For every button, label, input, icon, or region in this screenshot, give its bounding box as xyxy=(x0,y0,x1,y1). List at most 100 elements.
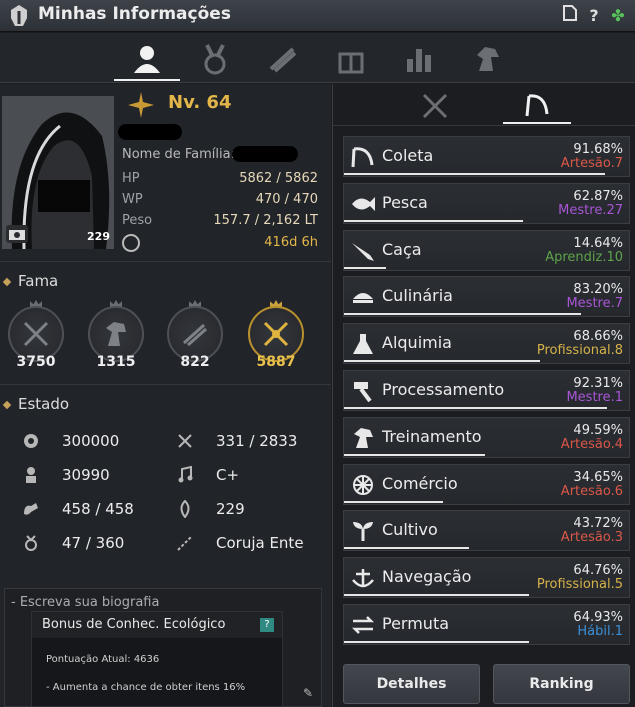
top-tab-bar xyxy=(0,33,635,83)
help-icon[interactable]: ? xyxy=(260,618,274,632)
title-bar: Minhas Informações ? ✤ xyxy=(0,0,635,32)
hammer-icon xyxy=(354,382,372,403)
skill-rank: Aprendiz.10 xyxy=(545,249,623,265)
anchor-icon xyxy=(352,569,374,588)
skill-name: Alquimia xyxy=(382,333,452,353)
exchange-icon xyxy=(351,616,375,634)
skill-row-alquimia[interactable]: Alquimia 68.66% Profissional.8 xyxy=(343,323,630,365)
skill-name: Culinária xyxy=(382,286,453,306)
tab-pets[interactable] xyxy=(454,37,520,81)
skill-row-treinamento[interactable]: Treinamento 49.59% Artesão.4 xyxy=(343,416,630,458)
skill-row-pesca[interactable]: Pesca 62.87% Mestre.27 xyxy=(343,182,630,224)
cooking-icon xyxy=(353,293,373,304)
skill-rank: Artesão.6 xyxy=(560,483,623,499)
skill-progress-bar xyxy=(344,219,524,222)
fame-total[interactable]: 5887 xyxy=(244,300,308,370)
skill-rank: Mestre.1 xyxy=(566,390,623,405)
fame-quest[interactable]: 822 xyxy=(163,300,227,370)
gift-icon xyxy=(338,52,364,74)
skill-percent: 62.87% xyxy=(573,188,623,204)
stat-wp: WP 470 / 470 xyxy=(122,192,318,207)
eco-knowledge-tooltip: Bonus de Conhec. Ecológico ? Pontuação A… xyxy=(31,611,283,707)
document-icon[interactable] xyxy=(560,5,580,27)
character-level: Nv. 64 xyxy=(168,92,232,113)
energy-icon xyxy=(24,434,38,448)
skill-rank: Mestre.7 xyxy=(566,296,623,312)
tab-gifts[interactable] xyxy=(318,37,384,81)
skill-progress-bar xyxy=(344,407,608,409)
ranking-button[interactable]: Ranking xyxy=(493,664,630,704)
crossed-swords-icon xyxy=(23,321,49,347)
skill-percent: 43.72% xyxy=(573,516,623,532)
fame-life[interactable]: 1315 xyxy=(84,300,148,370)
skill-percent: 64.76% xyxy=(573,563,623,579)
tab-stats[interactable] xyxy=(386,37,452,81)
skill-rank: Artesão.7 xyxy=(560,156,623,171)
skill-row-culinária[interactable]: Culinária 83.20% Mestre.7 xyxy=(343,276,630,318)
tooltip-title: Bonus de Conhec. Ecológico xyxy=(42,617,226,632)
camera-icon[interactable] xyxy=(6,225,28,243)
skill-name: Comércio xyxy=(382,473,458,493)
details-button[interactable]: Detalhes xyxy=(343,664,480,704)
skill-row-caça[interactable]: Caça 14.64% Aprendiz.10 xyxy=(343,229,630,271)
karma-icon xyxy=(180,500,190,518)
wheel-icon xyxy=(353,474,373,495)
skill-row-processamento[interactable]: Processamento 92.31% Mestre.1 xyxy=(343,370,630,411)
strength-icon xyxy=(24,503,38,515)
edit-pencil-icon[interactable]: ✎ xyxy=(303,686,313,700)
skill-percent: 34.65% xyxy=(573,469,623,485)
skill-rank: Artesão.3 xyxy=(560,530,623,546)
music-icon xyxy=(178,466,193,483)
skill-name: Processamento xyxy=(382,380,505,399)
skill-percent: 68.66% xyxy=(573,329,623,345)
character-portrait[interactable]: 229 xyxy=(2,96,114,249)
portrait-number: 229 xyxy=(87,230,110,243)
life-skills-panel: Coleta 91.68% Artesão.7 Pesca 62.87% Mestre.2… xyxy=(332,84,635,707)
skill-name: Permuta xyxy=(382,614,450,633)
redacted-family-name xyxy=(232,146,298,162)
biography-box[interactable]: - Escreva sua biografia Bonus de Conhec.… xyxy=(4,588,322,707)
scroll-icon xyxy=(269,47,297,73)
tab-profile[interactable] xyxy=(114,37,180,81)
skill-progress-bar xyxy=(344,453,486,456)
skill-row-permuta[interactable]: Permuta 64.93% Hábil.1 xyxy=(343,604,630,645)
horse-icon xyxy=(477,47,499,71)
crossed-tools-icon xyxy=(263,321,289,347)
tab-combat-skills[interactable] xyxy=(401,88,469,124)
skill-percent: 83.20% xyxy=(573,282,623,298)
help-icon[interactable]: ? xyxy=(584,5,604,27)
skill-row-cultivo[interactable]: Cultivo 43.72% Artesão.3 xyxy=(343,510,630,552)
skill-name: Treinamento xyxy=(382,426,482,446)
sprout-icon xyxy=(353,522,373,542)
skill-row-navegação[interactable]: Navegação 64.76% Profissional.5 xyxy=(343,557,630,599)
axe-icon xyxy=(178,434,192,448)
rod-icon xyxy=(177,535,193,551)
skill-row-coleta[interactable]: Coleta 91.68% Artesão.7 xyxy=(343,136,630,177)
ring-icon xyxy=(25,535,37,551)
skill-progress-bar xyxy=(344,641,530,643)
window-title: Minhas Informações xyxy=(38,4,231,24)
fame-combat[interactable]: 3750 xyxy=(4,300,68,370)
tab-medals[interactable] xyxy=(182,37,248,81)
skill-rank: Profissional.5 xyxy=(536,577,623,593)
skill-progress-bar xyxy=(344,594,529,597)
skill-percent: 14.64% xyxy=(573,235,623,251)
clover-icon[interactable]: ✤ xyxy=(608,5,628,27)
skill-name: Cultivo xyxy=(382,520,438,540)
skill-name: Navegação xyxy=(382,567,472,587)
horse-head-icon xyxy=(106,322,126,346)
warrior-helmet-icon xyxy=(11,5,27,26)
tab-life-skills[interactable] xyxy=(503,88,571,124)
skill-progress-bar xyxy=(344,313,582,316)
person-icon xyxy=(134,46,160,73)
skill-name: Caça xyxy=(382,239,422,259)
skill-name: Pesca xyxy=(382,192,428,212)
rifle-icon xyxy=(352,242,374,261)
stat-hp: HP 5862 / 5862 xyxy=(122,171,318,186)
tab-quests[interactable] xyxy=(250,37,316,81)
flask-icon xyxy=(353,334,373,355)
skill-row-comércio[interactable]: Comércio 34.65% Artesão.6 xyxy=(343,463,630,505)
skill-percent: 91.68% xyxy=(573,142,623,157)
redacted-name xyxy=(118,124,182,140)
clock-icon xyxy=(122,234,140,252)
